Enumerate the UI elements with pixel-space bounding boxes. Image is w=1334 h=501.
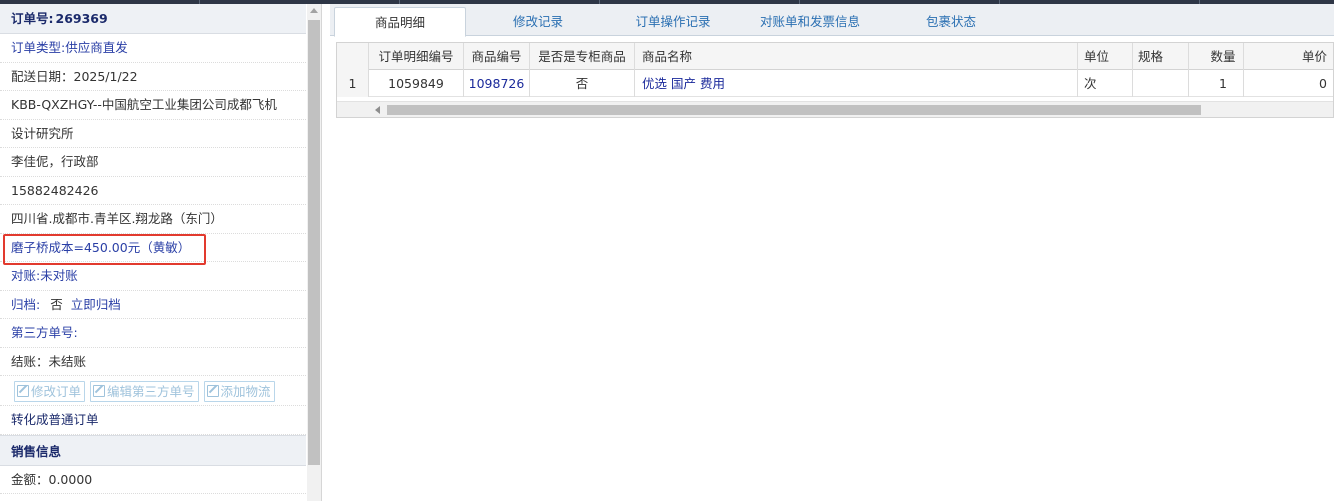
edit-icon (93, 385, 105, 397)
column-header-spec[interactable]: 规格 (1133, 43, 1189, 70)
column-header-product-id[interactable]: 商品编号 (464, 43, 530, 70)
unit-price-cell: 0 (1319, 76, 1327, 91)
horizontal-scrollbar-thumb[interactable] (387, 105, 1201, 115)
third-party-number-row: 第三方单号: (0, 319, 306, 348)
cost-note-row: 磨子桥成本=450.00元（黄敏） (0, 234, 306, 262)
order-type-label: 订单类型: (11, 40, 66, 55)
table-header-row: 订单明细编号 商品编号 是否是专柜商品 商品名称 单位 规格 数量 单价 (337, 43, 1333, 70)
row-number-header (337, 43, 369, 70)
table-horizontal-scrollbar[interactable] (337, 101, 1333, 117)
order-type-value: 供应商直发 (65, 40, 128, 55)
vertical-scrollbar-thumb[interactable] (308, 20, 320, 465)
detail-panel: 商品明细 修改记录 订单操作记录 对账单和发票信息 包裹状态 订单明细编号 商品… (330, 4, 1334, 501)
reconcile-value: 未对账 (40, 268, 78, 283)
column-header-unit-price[interactable]: 单价 (1244, 43, 1333, 70)
left-panel-vertical-scrollbar[interactable] (307, 4, 321, 501)
customer-name-row-continued: 设计研究所 (0, 120, 306, 148)
add-logistics-label: 添加物流 (220, 384, 271, 399)
tab-product-details[interactable]: 商品明细 (334, 7, 466, 37)
archive-value: 否 (50, 296, 63, 312)
counter-product-cell: 否 (530, 70, 635, 97)
column-header-product-name[interactable]: 商品名称 (635, 43, 1078, 70)
product-id-link[interactable]: 1098726 (464, 70, 530, 97)
delivery-date-row: 配送日期：2025/1/22 (0, 63, 306, 91)
order-info-list: 订单号: 269369 订单类型:供应商直发 配送日期：2025/1/22 KBB… (0, 4, 306, 494)
edit-third-party-number-label: 编辑第三方单号 (107, 384, 195, 399)
detail-tab-bar: 商品明细 修改记录 订单操作记录 对账单和发票信息 包裹状态 (330, 4, 1334, 37)
spec-cell (1133, 70, 1189, 97)
tab-modification-history[interactable]: 修改记录 (480, 7, 596, 36)
detail-id-cell: 1059849 (369, 70, 464, 97)
tab-package-status[interactable]: 包裹状态 (896, 7, 1006, 36)
unit-cell: 次 (1078, 70, 1133, 97)
product-name-link[interactable]: 优选 国产 费用 (635, 70, 1078, 97)
order-number-value: 269369 (55, 11, 108, 26)
reconcile-label: 对账: (11, 268, 41, 283)
archive-row: 归档: 否 立即归档 (0, 291, 306, 319)
address-row: 四川省.成都市.青羊区.翔龙路（东门） (0, 205, 306, 234)
scroll-up-arrow-icon[interactable] (310, 8, 318, 13)
edit-third-party-number-button[interactable]: 编辑第三方单号 (90, 381, 199, 402)
edit-icon (17, 385, 29, 397)
edit-icon (206, 385, 219, 397)
add-logistics-button[interactable]: 添加物流 (203, 381, 275, 402)
quantity-cell: 1 (1189, 70, 1244, 97)
contact-row: 李佳伲，行政部 (0, 148, 306, 177)
convert-to-normal-order-link[interactable]: 转化成普通订单 (0, 406, 306, 435)
order-info-panel: 订单号: 269369 订单类型:供应商直发 配送日期：2025/1/22 KBB… (0, 4, 322, 501)
tab-order-operation-log[interactable]: 订单操作记录 (612, 7, 734, 36)
row-number: 1 (337, 70, 369, 97)
customer-name-row: KBB-QXZHGY--中国航空工业集团公司成都飞机 (0, 91, 306, 120)
column-header-counter-product[interactable]: 是否是专柜商品 (530, 43, 635, 70)
sales-info-section-header: 销售信息 (0, 434, 306, 466)
table-row[interactable]: 1 1059849 1098726 否 优选 国产 费用 次 1 0 (337, 70, 1333, 97)
edit-order-label: 修改订单 (31, 384, 82, 399)
column-header-detail-id[interactable]: 订单明细编号 (369, 43, 464, 70)
order-number-header: 订单号: 269369 (0, 4, 306, 34)
product-details-table: 订单明细编号 商品编号 是否是专柜商品 商品名称 单位 规格 数量 单价 1 1… (336, 42, 1334, 118)
phone-row: 15882482426 (0, 177, 306, 205)
order-type-row: 订单类型:供应商直发 (0, 34, 306, 63)
order-number-label: 订单号: (11, 11, 54, 26)
reconcile-row: 对账:未对账 (0, 262, 306, 291)
archive-label: 归档: (11, 296, 41, 312)
archive-now-link[interactable]: 立即归档 (71, 297, 121, 312)
scroll-left-arrow-icon[interactable] (375, 106, 380, 114)
order-actions-row: 修改订单 编辑第三方单号 添加物流 (0, 376, 306, 406)
column-header-quantity[interactable]: 数量 (1189, 43, 1244, 70)
settle-row: 结账：未结账 (0, 348, 306, 376)
tab-statement-invoice-info[interactable]: 对账单和发票信息 (740, 7, 880, 36)
column-header-unit[interactable]: 单位 (1078, 43, 1133, 70)
amount-row: 金额：0.0000 (0, 466, 306, 494)
edit-order-button[interactable]: 修改订单 (14, 381, 86, 402)
